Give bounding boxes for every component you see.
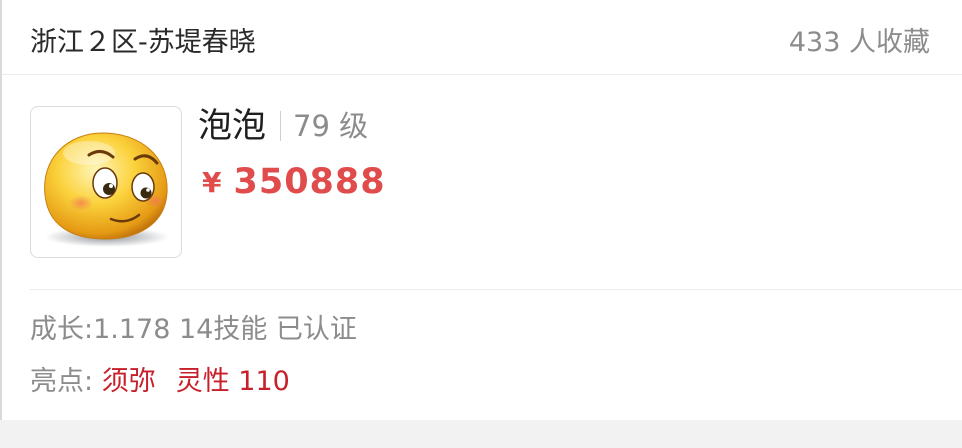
smiley-face-icon — [44, 132, 169, 247]
list-separator — [0, 420, 962, 448]
highlights-label: 亮点: — [30, 366, 94, 397]
pet-name-row: 泡泡 79 级 — [198, 104, 368, 148]
pet-stats: 成长:1.178 14技能 已认证 — [30, 314, 357, 345]
price-amount: 350888 — [233, 162, 386, 202]
highlight-tag: 须弥 — [101, 366, 156, 397]
highlight-tag: 灵性 110 — [175, 366, 290, 397]
section-divider — [30, 289, 962, 290]
favorites-count[interactable]: 433 人收藏 — [789, 25, 930, 61]
listing-header: 浙江２区-苏堤春晓 433 人收藏 — [2, 0, 962, 75]
currency-symbol: ¥ — [202, 165, 222, 199]
listing-card[interactable]: 浙江２区-苏堤春晓 433 人收藏 泡泡 79 级 ¥ 350888 成长:1.… — [0, 0, 962, 420]
highlights-row: 亮点: 须弥 灵性 110 — [30, 364, 290, 400]
server-name: 浙江２区-苏堤春晓 — [30, 27, 256, 58]
price: ¥350888 — [202, 162, 386, 202]
pet-name: 泡泡 — [198, 106, 266, 146]
pet-level: 79 级 — [293, 109, 369, 143]
name-level-divider — [280, 111, 281, 141]
pet-avatar[interactable] — [30, 106, 182, 258]
